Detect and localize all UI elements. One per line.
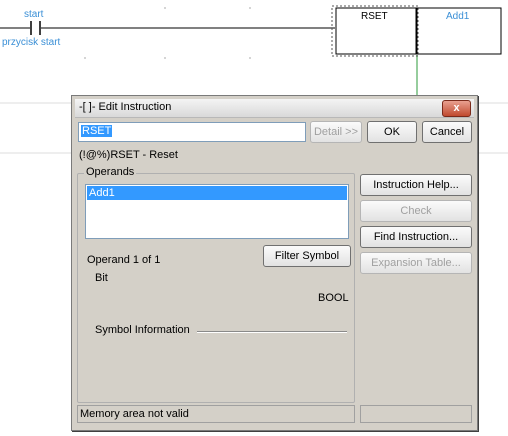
close-label: x bbox=[453, 102, 460, 114]
instruction-help-button[interactable]: Instruction Help... bbox=[360, 174, 472, 196]
operand-counter: Operand 1 of 1 bbox=[87, 254, 161, 266]
operand-box-label[interactable]: Add1 bbox=[446, 11, 469, 22]
check-button[interactable]: Check bbox=[360, 200, 472, 222]
status-bar-secondary bbox=[360, 405, 472, 423]
instruction-box-label[interactable]: RSET bbox=[361, 11, 388, 22]
operands-group: Operands Add1 Operand 1 of 1 Filter Symb… bbox=[77, 166, 355, 403]
operand-type: Bit bbox=[95, 272, 108, 284]
dialog-title: -[ ]- Edit Instruction bbox=[79, 101, 172, 113]
instruction-description: (!@%)RSET - Reset bbox=[79, 149, 178, 161]
edit-instruction-dialog: -[ ]- Edit Instruction x RSET Detail >> … bbox=[71, 95, 478, 431]
symbol-info-label: Symbol Information bbox=[95, 324, 190, 336]
contact-label[interactable]: start bbox=[24, 9, 43, 20]
operands-group-label: Operands bbox=[84, 166, 137, 178]
cancel-button[interactable]: Cancel bbox=[422, 121, 472, 143]
filter-symbol-button[interactable]: Filter Symbol bbox=[263, 245, 351, 267]
status-text: Memory area not valid bbox=[80, 408, 189, 420]
instruction-input-value: RSET bbox=[81, 125, 113, 137]
instruction-input[interactable]: RSET bbox=[78, 122, 306, 142]
ok-button[interactable]: OK bbox=[367, 121, 417, 143]
operand-list-item-label: Add1 bbox=[89, 187, 115, 199]
dialog-titlebar[interactable]: -[ ]- Edit Instruction x bbox=[75, 99, 474, 118]
expansion-table-button[interactable]: Expansion Table... bbox=[360, 252, 472, 274]
status-bar: Memory area not valid bbox=[77, 405, 355, 423]
operand-list[interactable]: Add1 bbox=[85, 184, 349, 239]
detail-button[interactable]: Detail >> bbox=[310, 121, 362, 143]
find-instruction-button[interactable]: Find Instruction... bbox=[360, 226, 472, 248]
contact-comment: przycisk start bbox=[2, 37, 61, 48]
symbol-info-divider bbox=[197, 331, 347, 333]
close-icon[interactable]: x bbox=[442, 100, 471, 117]
data-type: BOOL bbox=[318, 292, 349, 304]
operand-list-item[interactable]: Add1 bbox=[87, 186, 347, 200]
